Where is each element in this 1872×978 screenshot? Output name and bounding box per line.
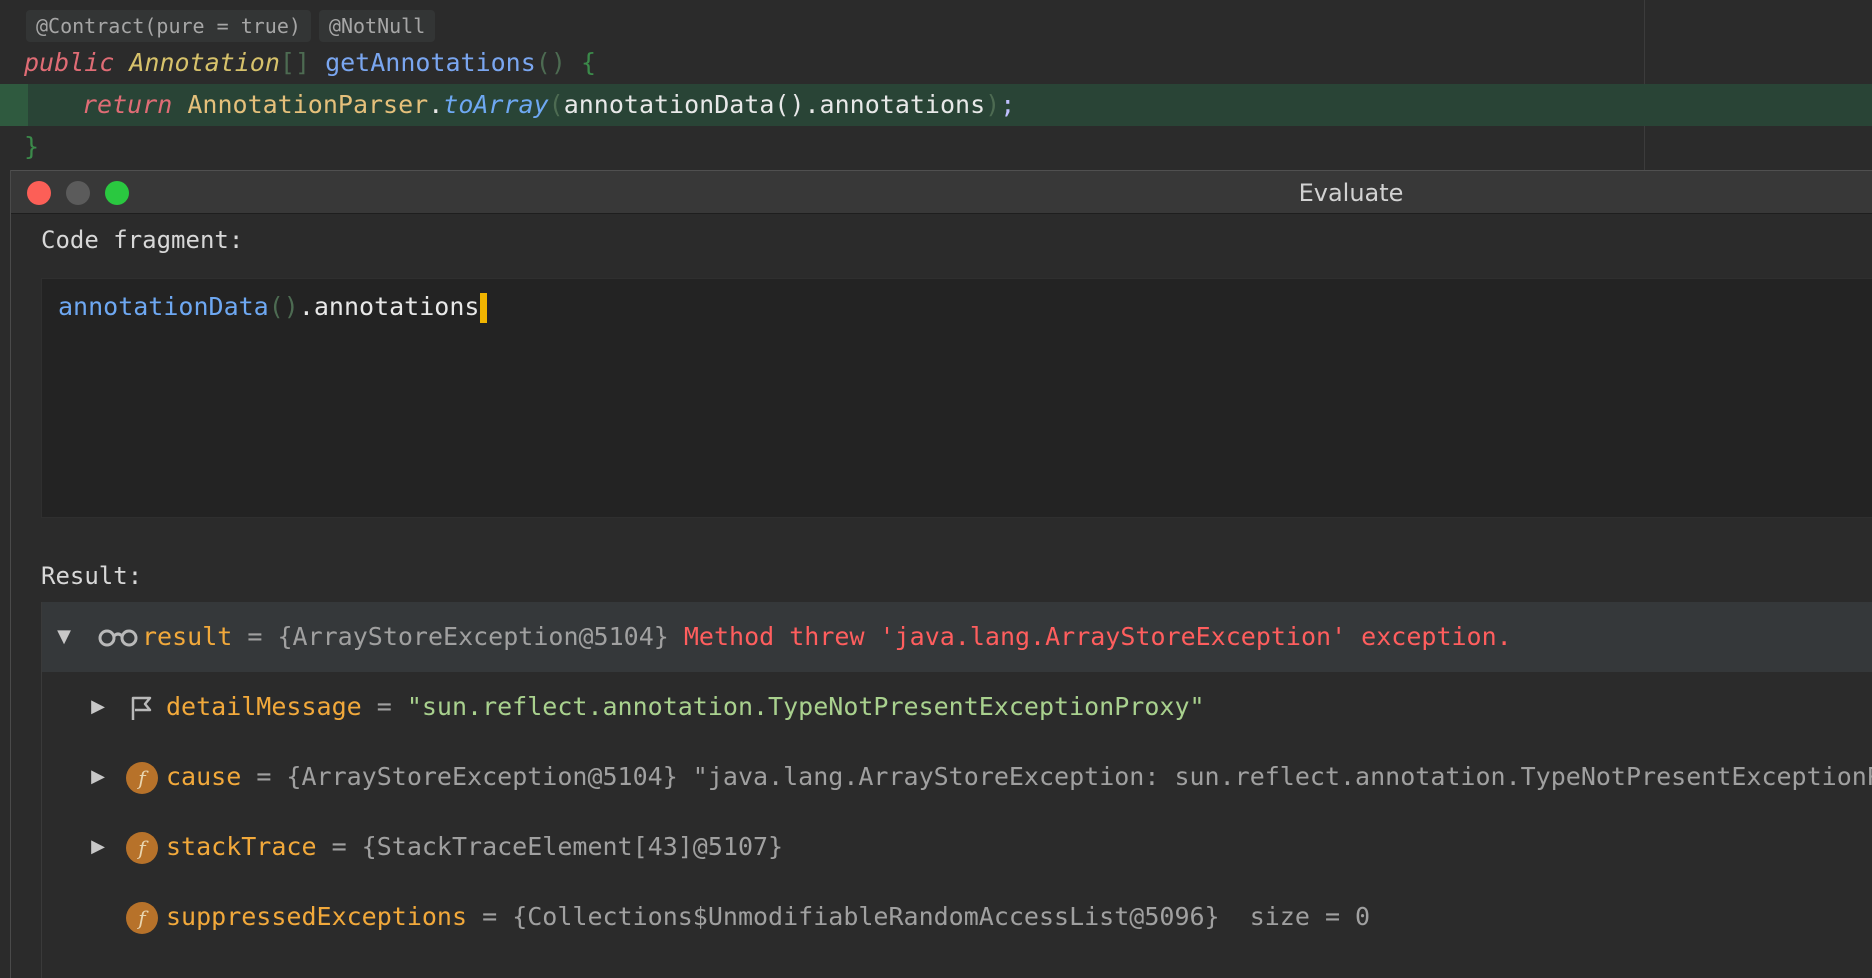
expand-arrow-icon[interactable]: ▶ bbox=[88, 742, 108, 812]
open-paren: ( bbox=[548, 90, 564, 119]
watch-glasses-icon bbox=[98, 629, 138, 647]
field-name: suppressedExceptions bbox=[166, 902, 468, 931]
close-paren: ) bbox=[985, 90, 1001, 119]
code-line-close[interactable]: } bbox=[24, 127, 39, 167]
flag-icon bbox=[131, 696, 152, 720]
field-value: "sun.reflect.annotation.TypeNotPresentEx… bbox=[406, 692, 1205, 721]
equals-sign: = bbox=[232, 622, 278, 651]
class-annotation-parser: AnnotationParser bbox=[187, 90, 429, 119]
field-value: {Collections$UnmodifiableRandomAccessLis… bbox=[512, 902, 1371, 931]
cause-node-text: cause = {ArrayStoreException@5104} "java… bbox=[166, 742, 1872, 812]
variable-name: result bbox=[142, 622, 233, 651]
inferred-annotations-hints: @Contract(pure = true) @NotNull bbox=[26, 10, 443, 42]
code-line-signature[interactable]: public Annotation[] getAnnotations() { bbox=[24, 43, 596, 83]
field-name: cause bbox=[166, 762, 242, 791]
field-icon: f bbox=[126, 902, 158, 934]
code-fragment-label: Code fragment: bbox=[41, 226, 244, 254]
static-call-toarray: toArray bbox=[443, 90, 549, 119]
stacktrace-node-text: stackTrace = {StackTraceElement[43]@5107… bbox=[166, 812, 783, 882]
code-line-return[interactable]: return AnnotationParser.toArray(annotati… bbox=[82, 85, 1015, 125]
equals-sign: = bbox=[241, 762, 287, 791]
fragment-field-access: .annotations bbox=[298, 292, 480, 321]
tree-row-detailmessage[interactable]: ▶ detailMessage = "sun.reflect.annotatio… bbox=[42, 672, 1872, 742]
current-line-gutter-marker bbox=[0, 84, 28, 126]
result-label: Result: bbox=[41, 562, 143, 590]
tree-row-cause[interactable]: ▶ f cause = {ArrayStoreException@5104} "… bbox=[42, 742, 1872, 812]
field-value: {ArrayStoreException@5104} "java.lang.Ar… bbox=[286, 762, 1872, 791]
code-fragment-editor[interactable]: annotationData().annotations bbox=[41, 278, 1872, 518]
field-icon: f bbox=[126, 762, 158, 794]
result-tree[interactable]: ▼ result = {ArrayStoreException@5104} Me… bbox=[41, 602, 1872, 978]
minimize-window-button[interactable] bbox=[66, 181, 90, 205]
equals-sign: = bbox=[467, 902, 513, 931]
tree-row-result[interactable]: ▼ result = {ArrayStoreException@5104} Me… bbox=[42, 602, 1872, 672]
notnull-hint[interactable]: @NotNull bbox=[318, 10, 436, 42]
maximize-window-button[interactable] bbox=[105, 181, 129, 205]
contract-hint[interactable]: @Contract(pure = true) bbox=[26, 10, 311, 42]
expand-arrow-icon[interactable]: ▶ bbox=[88, 812, 108, 882]
expand-arrow-icon[interactable]: ▶ bbox=[88, 672, 108, 742]
field-name: detailMessage bbox=[166, 692, 362, 721]
fragment-parens: () bbox=[268, 292, 299, 321]
result-node-text: result = {ArrayStoreException@5104} Meth… bbox=[142, 602, 1512, 672]
evaluate-dialog: Evaluate Code fragment: annotationData()… bbox=[10, 170, 1872, 978]
exception-message: Method threw 'java.lang.ArrayStoreExcept… bbox=[683, 622, 1512, 651]
code-fragment-text[interactable]: annotationData().annotations bbox=[58, 287, 488, 327]
dialog-title: Evaluate bbox=[1298, 179, 1404, 207]
return-type: Annotation bbox=[129, 48, 280, 77]
detailmessage-node-text: detailMessage = "sun.reflect.annotation.… bbox=[166, 672, 1205, 742]
field-value: {StackTraceElement[43]@5107} bbox=[361, 832, 784, 861]
tree-row-suppressedexceptions[interactable]: f suppressedExceptions = {Collections$Un… bbox=[42, 882, 1872, 952]
close-brace: } bbox=[24, 132, 40, 161]
code-editor[interactable]: @Contract(pure = true) @NotNull public An… bbox=[0, 0, 1872, 170]
fragment-function-name: annotationData bbox=[58, 292, 269, 321]
array-brackets: [] bbox=[279, 48, 310, 77]
keyword-return: return bbox=[82, 90, 173, 119]
tree-row-stacktrace[interactable]: ▶ f stackTrace = {StackTraceElement[43]@… bbox=[42, 812, 1872, 882]
field-icon: f bbox=[126, 832, 158, 864]
method-parens: () bbox=[535, 48, 566, 77]
call-argument[interactable]: annotationData().annotations bbox=[564, 90, 985, 119]
equals-sign: = bbox=[361, 692, 407, 721]
open-brace: { bbox=[580, 48, 597, 77]
suppressedexceptions-node-text: suppressedExceptions = {Collections$Unmo… bbox=[166, 882, 1370, 952]
keyword-public: public bbox=[24, 48, 115, 77]
dot-separator: . bbox=[428, 90, 444, 119]
equals-sign: = bbox=[316, 832, 362, 861]
text-caret bbox=[480, 293, 488, 323]
collapse-arrow-icon[interactable]: ▼ bbox=[54, 602, 74, 672]
field-name: stackTrace bbox=[166, 832, 317, 861]
semicolon: ; bbox=[1000, 90, 1016, 119]
object-reference: {ArrayStoreException@5104} bbox=[277, 622, 669, 651]
method-name: getAnnotations bbox=[325, 48, 536, 77]
close-window-button[interactable] bbox=[27, 181, 51, 205]
dialog-titlebar[interactable]: Evaluate bbox=[11, 170, 1872, 214]
